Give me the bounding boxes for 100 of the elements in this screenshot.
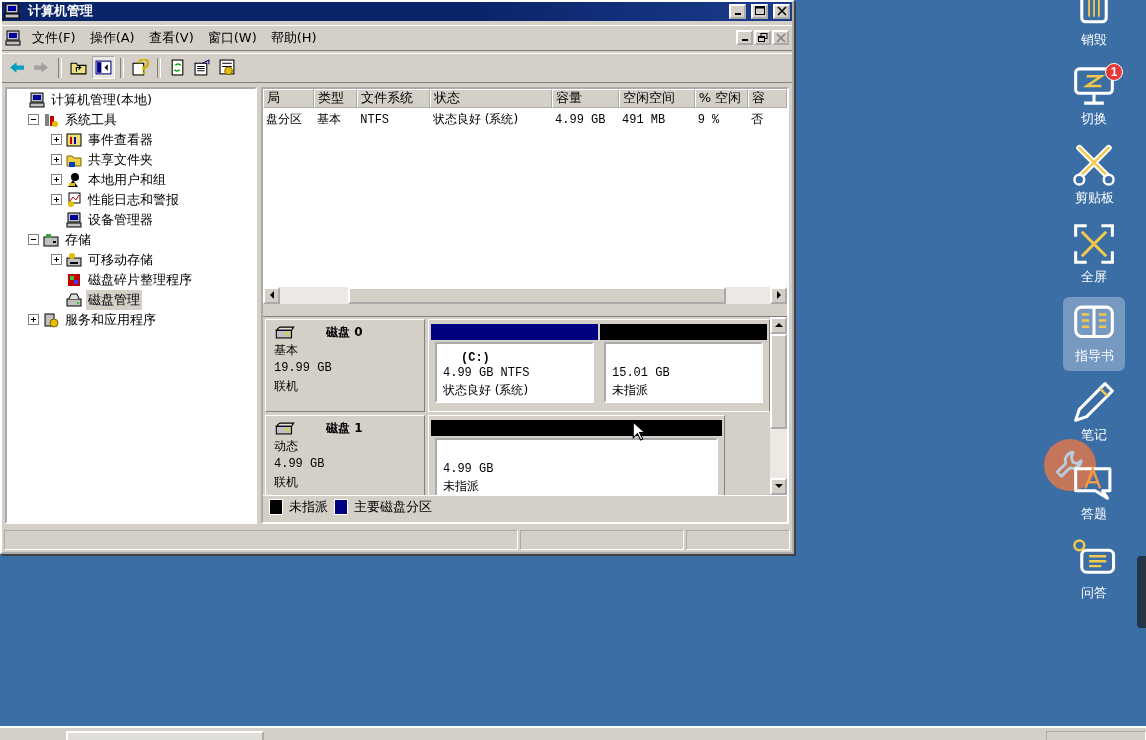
- menu-item[interactable]: 窗口(W): [200, 26, 264, 49]
- disk-icon: [66, 291, 82, 308]
- computer-icon: [5, 29, 21, 46]
- tree-item[interactable]: 本地用户和组: [86, 169, 168, 190]
- notification-badge: 1: [1105, 63, 1123, 81]
- partition-size: 4.99 GB: [443, 460, 495, 478]
- right-arrow-icon: [774, 291, 783, 300]
- tree-item[interactable]: 计算机管理(本地): [49, 89, 155, 110]
- events-icon: [66, 131, 82, 148]
- scroll-up-button[interactable]: [770, 316, 787, 334]
- close-button[interactable]: [773, 4, 790, 19]
- sidebar-button[interactable]: 问答: [1063, 534, 1125, 608]
- table-cell-text: 状态良好 (系统): [432, 111, 520, 129]
- menu-item[interactable]: 帮助(H): [263, 26, 324, 49]
- disk-type: 基本: [274, 341, 299, 359]
- column-header[interactable]: 空闲空间: [619, 88, 695, 108]
- console-tree-icon: [95, 59, 112, 77]
- properties-icon: [219, 59, 236, 77]
- menu-item[interactable]: 操作(A): [82, 26, 142, 49]
- tree-item[interactable]: 共享文件夹: [86, 149, 155, 170]
- table-cell-text: 4.99 GB: [554, 111, 607, 129]
- scroll-left-button[interactable]: [263, 286, 280, 304]
- removable-icon: [66, 251, 82, 268]
- table-cell-text: NTFS: [359, 111, 391, 129]
- expand-toggle[interactable]: [51, 154, 62, 166]
- expand-toggle[interactable]: [51, 174, 62, 186]
- tree-item[interactable]: 可移动存储: [86, 249, 155, 270]
- sidebar-button[interactable]: 销毁: [1063, 0, 1125, 55]
- tree-item[interactable]: 事件查看器: [86, 129, 155, 150]
- scroll-down-button[interactable]: [770, 477, 787, 495]
- table-cell-text: 盘分区: [265, 111, 303, 129]
- chart-icon: [66, 191, 82, 208]
- restore-button[interactable]: [754, 30, 771, 46]
- disk-name: 磁盘 1: [326, 419, 363, 437]
- disk-info-panel[interactable]: 磁盘 1 动态 4.99 GB 联机: [265, 414, 425, 495]
- help-icon: [132, 59, 149, 77]
- hard-drive-icon: [274, 325, 296, 339]
- menu-item[interactable]: 文件(F): [25, 26, 83, 49]
- toolbar-button[interactable]: [92, 56, 115, 80]
- table-cell-text: 基本: [315, 111, 342, 129]
- column-header[interactable]: 容: [748, 88, 787, 108]
- minimize-icon: [741, 39, 748, 42]
- expand-toggle[interactable]: [51, 254, 62, 266]
- table-cell-text: 491 MB: [621, 111, 667, 129]
- collapse-toggle[interactable]: [28, 234, 39, 246]
- table-cell-text: 否: [750, 111, 765, 129]
- close-icon: [775, 32, 786, 43]
- column-header[interactable]: 状态: [430, 88, 553, 108]
- defrag-icon: [66, 271, 82, 288]
- column-header[interactable]: 文件系统: [357, 88, 430, 108]
- sidebar-button[interactable]: 剪贴板: [1063, 139, 1125, 213]
- column-header[interactable]: % 空闲: [694, 88, 749, 108]
- expand-toggle[interactable]: [51, 194, 62, 206]
- partition-status: 状态良好 (系统): [443, 381, 530, 399]
- minimize-button[interactable]: [736, 30, 753, 46]
- tree-item[interactable]: 系统工具: [63, 109, 119, 130]
- scroll-right-button[interactable]: [770, 286, 787, 304]
- tree-item[interactable]: 存储: [63, 229, 93, 250]
- computer-icon: [4, 3, 20, 20]
- fullscreen-icon: [1072, 222, 1116, 266]
- collapse-toggle[interactable]: [28, 114, 39, 126]
- hard-drive-icon: [274, 421, 296, 435]
- disk-size: 4.99 GB: [274, 455, 326, 473]
- volume-label: (C:): [460, 350, 491, 365]
- minimize-icon: [734, 13, 741, 15]
- expand-toggle[interactable]: [51, 134, 62, 146]
- tools-icon: [43, 111, 59, 128]
- sidebar-button[interactable]: 全屏: [1063, 218, 1125, 292]
- sidebar-button[interactable]: 切换 1: [1063, 60, 1125, 134]
- column-header[interactable]: 类型: [313, 88, 358, 108]
- expand-toggle[interactable]: [28, 314, 39, 326]
- partition-size: 4.99 GB NTFS: [443, 364, 531, 382]
- tree-item[interactable]: 设备管理器: [86, 209, 155, 230]
- export-list-icon: [194, 59, 211, 77]
- column-header[interactable]: 局: [263, 88, 314, 108]
- menu-item[interactable]: 查看(V): [141, 26, 201, 49]
- maximize-icon: [754, 6, 765, 17]
- scroll-thumb[interactable]: [770, 333, 787, 429]
- scissors-icon: [1072, 143, 1116, 187]
- mouse-pointer-icon: [632, 421, 645, 441]
- disk-status: 联机: [274, 473, 299, 491]
- floating-tool-button[interactable]: [1044, 439, 1096, 491]
- window-title: 计算机管理: [28, 2, 94, 21]
- minimize-button[interactable]: [729, 4, 746, 19]
- sidebar-button[interactable]: 答题: [1063, 455, 1125, 529]
- tree-item[interactable]: 磁盘管理: [86, 289, 142, 310]
- scroll-thumb[interactable]: [348, 286, 726, 304]
- disk-info-panel[interactable]: 磁盘 0 基本 19.99 GB 联机: [265, 318, 425, 412]
- up-arrow-icon: [774, 321, 783, 330]
- close-icon: [776, 6, 787, 17]
- maximize-button[interactable]: [751, 4, 768, 19]
- column-header[interactable]: 容量: [552, 88, 619, 108]
- partition-size: 15.01 GB: [612, 364, 671, 382]
- disk-name: 磁盘 0: [326, 323, 363, 341]
- tree-item[interactable]: 服务和应用程序: [63, 309, 158, 330]
- tree-item[interactable]: 磁盘碎片整理程序: [86, 269, 194, 290]
- sidebar-button[interactable]: 笔记: [1063, 376, 1125, 450]
- monitor-icon: [1072, 64, 1116, 108]
- tree-item[interactable]: 性能日志和警报: [86, 189, 181, 210]
- partition-status: 未指派: [443, 477, 480, 495]
